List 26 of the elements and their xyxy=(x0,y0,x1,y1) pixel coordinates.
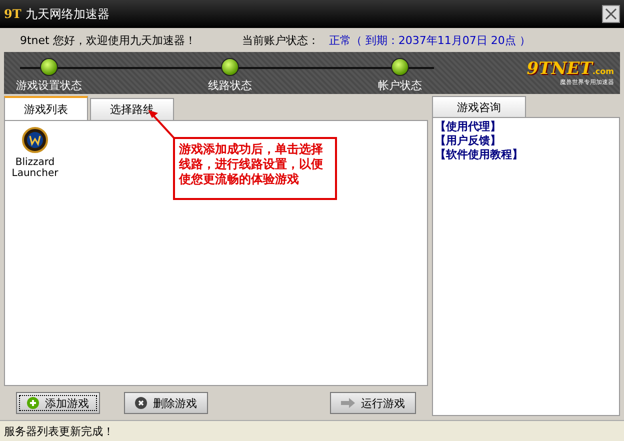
side-link[interactable]: 【软件使用教程】 xyxy=(435,148,617,162)
side-link[interactable]: 【使用代理】 xyxy=(435,120,617,134)
side-link[interactable]: 【用户反馈】 xyxy=(435,134,617,148)
step-label: 线路状态 xyxy=(208,78,252,93)
game-icon[interactable] xyxy=(22,127,48,153)
brand-logo: 9TNET xyxy=(526,58,592,78)
close-button[interactable] xyxy=(602,5,620,23)
window-title: 九天网络加速器 xyxy=(25,6,110,22)
plus-icon xyxy=(27,397,39,409)
step-label: 帐户状态 xyxy=(378,78,422,93)
arrow-icon xyxy=(341,398,355,408)
status-text: 服务器列表更新完成！ xyxy=(4,424,114,438)
game-name: Blizzard Launcher xyxy=(12,157,58,179)
side-tab[interactable]: 游戏咨询 xyxy=(432,96,526,117)
step-label: 游戏设置状态 xyxy=(16,78,82,93)
tab[interactable]: 游戏列表 xyxy=(4,96,88,120)
close-icon xyxy=(135,397,147,409)
app-logo: 9T xyxy=(4,7,22,21)
callout-note: 游戏添加成功后，单击选择线路，进行线路设置，以便使您更流畅的体验游戏 xyxy=(173,137,337,200)
status-label: 当前账户状态： xyxy=(242,32,319,48)
delete-game-button[interactable]: 删除游戏 xyxy=(124,392,208,414)
greeting-text: 9tnet 您好，欢迎使用九天加速器！ xyxy=(20,32,196,48)
status-value: 正常（ 到期：2037年11月07日 20点 ） xyxy=(328,32,530,48)
add-game-button[interactable]: 添加游戏 xyxy=(16,392,100,414)
run-game-button[interactable]: 运行游戏 xyxy=(330,392,416,414)
brand-suffix: .com xyxy=(592,66,614,76)
